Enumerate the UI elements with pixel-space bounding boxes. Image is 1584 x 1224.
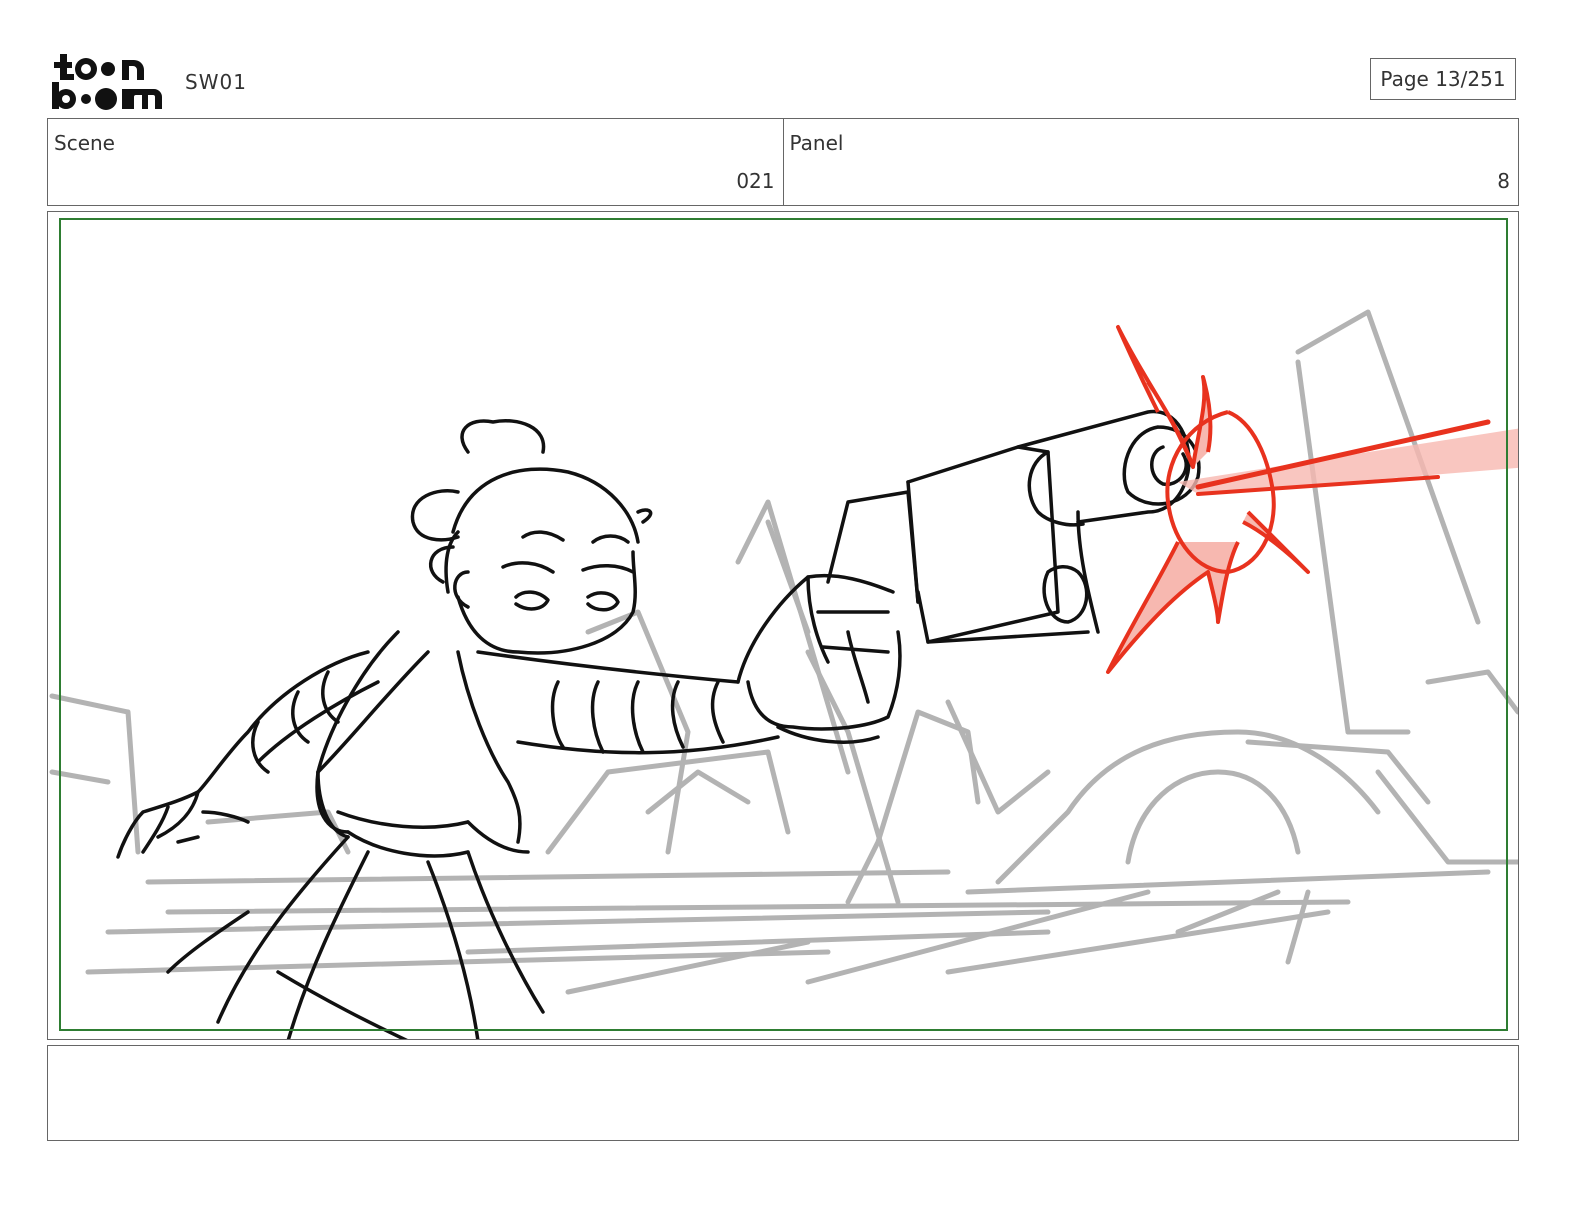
background-sketch: [49, 309, 1518, 995]
blaster-fx: [1106, 325, 1518, 674]
project-name: SW01: [185, 70, 247, 94]
page-label: Page: [1380, 67, 1429, 91]
panel-label: Panel: [789, 131, 844, 155]
scene-cell: Scene 021: [48, 119, 783, 205]
scene-number: 021: [736, 169, 775, 193]
toon-boom-logo: [52, 52, 164, 110]
panel-number: 8: [1497, 169, 1510, 193]
scene-panel-info: Scene 021 Panel 8: [47, 118, 1519, 206]
panel-drawing: [49, 218, 1518, 1039]
panel-notes-box[interactable]: [47, 1045, 1519, 1141]
panel-cell: Panel 8: [782, 119, 1519, 205]
page-number: 13/251: [1435, 67, 1506, 91]
storyboard-panel: [47, 211, 1519, 1040]
scene-label: Scene: [54, 131, 115, 155]
page-indicator: Page 13/251: [1370, 58, 1516, 100]
